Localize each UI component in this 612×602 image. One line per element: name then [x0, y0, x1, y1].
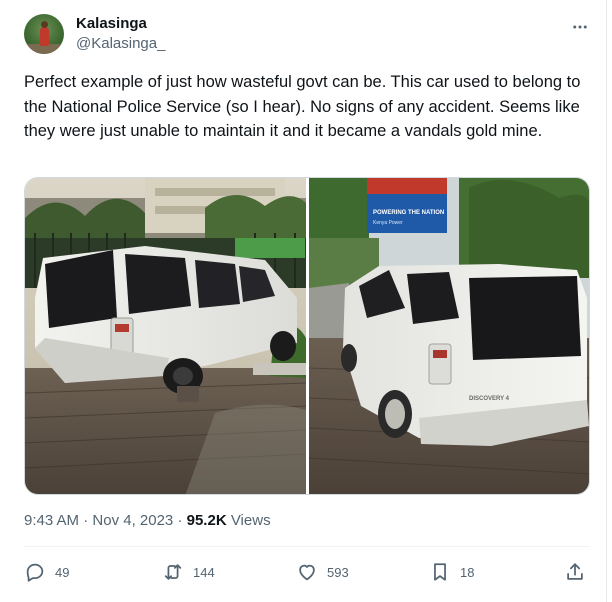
avatar[interactable] [24, 14, 64, 54]
tweet-header: Kalasinga @Kalasinga_ [24, 14, 590, 58]
repost-button[interactable]: 144 [162, 558, 215, 586]
views-count: 95.2K [186, 512, 227, 529]
divider [24, 546, 590, 547]
reply-button[interactable]: 49 [24, 558, 69, 586]
rear-badge: DISCOVERY 4 [469, 396, 510, 402]
tweet-time[interactable]: 9:43 AM [24, 512, 79, 529]
bookmark-icon [429, 561, 451, 583]
more-options-icon[interactable] [570, 17, 590, 37]
photo-left[interactable] [25, 178, 306, 494]
billboard-text: POWERING THE NATION [373, 210, 444, 216]
billboard-subtext: Kenya Power [373, 220, 403, 226]
bookmark-count: 18 [460, 564, 475, 580]
like-icon [296, 561, 318, 583]
repost-icon [162, 561, 184, 583]
like-button[interactable]: 593 [296, 558, 349, 586]
bookmark-button[interactable]: 18 [429, 558, 474, 586]
photo-right[interactable]: POWERING THE NATION Kenya Power DISCOVER… [309, 178, 589, 494]
action-bar: 49 144 593 18 [24, 558, 590, 586]
tweet-text: Perfect example of just how wasteful gov… [24, 73, 581, 140]
share-icon [564, 561, 586, 583]
reply-count: 49 [55, 564, 70, 580]
meta-separator: · [83, 512, 89, 529]
tweet-meta: 9:43 AM · Nov 4, 2023 · 95.2K Views [24, 512, 271, 529]
views-label: Views [230, 512, 271, 529]
share-button[interactable] [564, 558, 586, 586]
like-count: 593 [327, 564, 349, 580]
display-name[interactable]: Kalasinga [76, 15, 147, 32]
reply-icon [24, 561, 46, 583]
meta-separator: · [177, 512, 183, 529]
user-handle[interactable]: @Kalasinga_ [76, 35, 165, 52]
media-gallery: POWERING THE NATION Kenya Power DISCOVER… [24, 177, 590, 495]
repost-count: 144 [193, 564, 215, 580]
tweet-date[interactable]: Nov 4, 2023 [92, 512, 173, 529]
tweet-card: Kalasinga @Kalasinga_ Perfect example of… [0, 0, 607, 602]
